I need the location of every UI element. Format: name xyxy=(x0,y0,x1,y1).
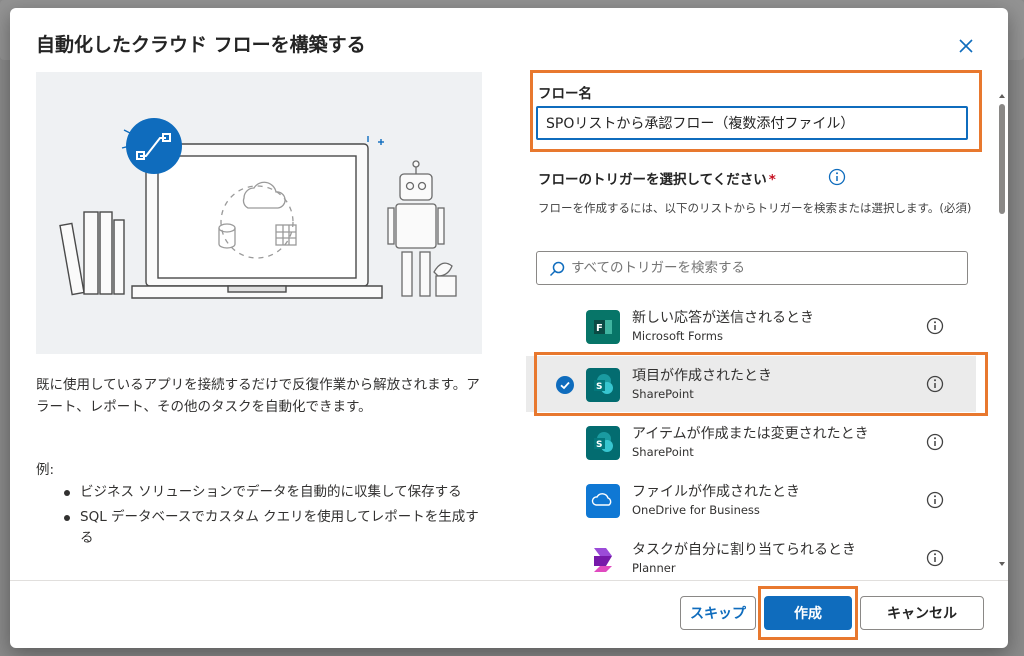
cancel-button[interactable]: キャンセル xyxy=(860,596,984,630)
scroll-down-icon[interactable] xyxy=(998,560,1006,568)
close-icon xyxy=(959,39,973,53)
books-illustration xyxy=(59,211,125,296)
trigger-search-input[interactable] xyxy=(571,258,951,278)
dialog-title: 自動化したクラウド フローを構築する xyxy=(36,34,366,56)
trigger-title: アイテムが作成または変更されたとき xyxy=(632,426,869,442)
trigger-connector: SharePoint xyxy=(632,445,694,459)
trigger-connector: Planner xyxy=(632,561,676,575)
flow-name-label: フロー名 xyxy=(538,86,592,102)
flow-name-input[interactable] xyxy=(536,106,968,140)
example-item: ビジネス ソリューションでデータを自動的に収集して保存する xyxy=(60,482,480,503)
trigger-item-planner[interactable]: タスクが自分に割り当てられるとき Planner xyxy=(526,530,976,576)
search-icon xyxy=(549,261,565,277)
example-item: SQL データベースでカスタム クエリを使用してレポートを生成する xyxy=(60,507,480,549)
dialog-description: 既に使用しているアプリを接続するだけで反復作業から解放されます。アラート、レポー… xyxy=(36,377,480,415)
right-panel: フロー名 フローのトリガーを選択してください* フローを作成するには、以下のリス… xyxy=(526,68,1002,576)
info-icon xyxy=(926,491,944,509)
scrollbar-thumb[interactable] xyxy=(999,104,1005,214)
trigger-label: フローのトリガーを選択してください * xyxy=(538,168,776,188)
selected-trigger-highlight xyxy=(534,352,988,416)
scroll-up-icon[interactable] xyxy=(998,92,1006,100)
info-icon xyxy=(828,168,846,186)
trigger-item-forms[interactable]: F 新しい応答が送信されるとき Microsoft Forms xyxy=(526,298,976,354)
robot-illustration xyxy=(387,160,457,297)
skip-button[interactable]: スキップ xyxy=(680,596,756,630)
trigger-title: タスクが自分に割り当てられるとき xyxy=(632,542,856,558)
close-button[interactable] xyxy=(954,34,978,58)
planner-icon xyxy=(586,542,620,576)
trigger-title: 新しい応答が送信されるとき xyxy=(632,310,814,326)
create-button[interactable]: 作成 xyxy=(764,596,852,630)
trigger-item-sharepoint-modified[interactable]: S アイテムが作成または変更されたとき SharePoint xyxy=(526,414,976,470)
trigger-search[interactable] xyxy=(536,251,968,285)
sharepoint-icon: S xyxy=(586,426,620,460)
trigger-title: ファイルが作成されたとき xyxy=(632,484,800,500)
trigger-info-button[interactable] xyxy=(828,168,846,186)
illustration xyxy=(36,72,482,354)
svg-text:S: S xyxy=(596,440,602,450)
info-icon xyxy=(926,317,944,335)
trigger-info-button[interactable] xyxy=(926,317,944,335)
trigger-connector: Microsoft Forms xyxy=(632,329,723,343)
right-panel-scrollbar[interactable] xyxy=(998,92,1006,568)
svg-text:F: F xyxy=(596,323,603,334)
example-label: 例: xyxy=(36,462,55,478)
footer-divider xyxy=(10,580,1008,581)
trigger-info-button[interactable] xyxy=(926,433,944,451)
trigger-connector: OneDrive for Business xyxy=(632,503,760,517)
trigger-info-button[interactable] xyxy=(926,549,944,567)
info-icon xyxy=(926,433,944,451)
example-list: ビジネス ソリューションでデータを自動的に収集して保存する SQL データベース… xyxy=(60,482,480,553)
forms-icon: F xyxy=(586,310,620,344)
trigger-helper-text: フローを作成するには、以下のリストからトリガーを検索または選択します。(必須) xyxy=(538,201,972,215)
create-flow-dialog: 自動化したクラウド フローを構築する 既に使用しているアプリを接続するだけで反復… xyxy=(10,8,1008,648)
trigger-label-text: フローのトリガーを選択してください xyxy=(538,172,767,188)
onedrive-icon xyxy=(586,484,620,518)
required-mark: * xyxy=(768,172,776,188)
info-icon xyxy=(926,549,944,567)
flow-icon xyxy=(126,118,182,174)
trigger-info-button[interactable] xyxy=(926,491,944,509)
trigger-item-onedrive[interactable]: ファイルが作成されたとき OneDrive for Business xyxy=(526,472,976,528)
